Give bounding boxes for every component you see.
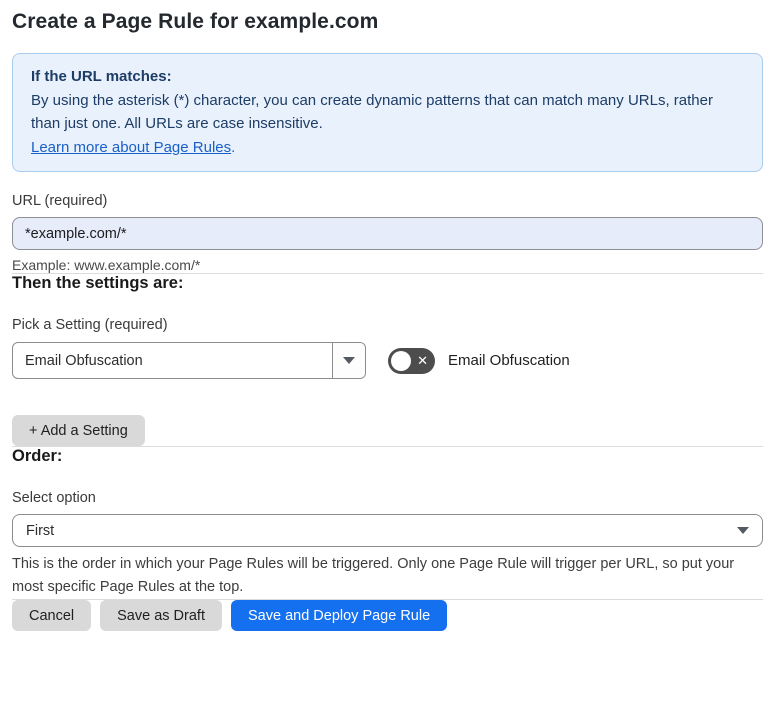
setting-dropdown[interactable]: Email Obfuscation	[12, 342, 366, 379]
toggle-knob	[391, 350, 411, 371]
cancel-button[interactable]: Cancel	[12, 600, 92, 631]
info-box-link-line: Learn more about Page Rules.	[31, 136, 744, 160]
order-dropdown[interactable]: First	[12, 514, 763, 547]
info-box-heading: If the URL matches:	[31, 68, 172, 85]
save-as-draft-button[interactable]: Save as Draft	[100, 600, 222, 631]
settings-section-heading: Then the settings are:	[12, 274, 184, 292]
chevron-down-icon	[343, 357, 355, 364]
save-and-deploy-button[interactable]: Save and Deploy Page Rule	[230, 600, 448, 631]
pick-setting-label: Pick a Setting (required)	[12, 317, 168, 333]
toggle-off-x-icon: ✕	[417, 352, 428, 368]
footer-actions: Cancel Save as Draft Save and Deploy Pag…	[12, 600, 763, 631]
url-input[interactable]	[12, 217, 763, 250]
chevron-down-icon	[737, 527, 749, 534]
url-matches-info-box: If the URL matches: By using the asteris…	[12, 53, 763, 172]
link-suffix: .	[231, 138, 236, 156]
url-example-hint: Example: www.example.com/*	[12, 257, 201, 273]
setting-dropdown-value: Email Obfuscation	[25, 352, 143, 369]
url-field-label: URL (required)	[12, 193, 108, 209]
order-help-text: This is the order in which your Page Rul…	[12, 556, 735, 595]
toggle-label: Email Obfuscation	[448, 352, 570, 369]
setting-row: Email Obfuscation ✕ Email Obfuscation	[12, 342, 763, 379]
order-select-label: Select option	[12, 490, 96, 506]
order-dropdown-value: First	[26, 522, 55, 539]
learn-more-link[interactable]: Learn more about Page Rules	[31, 139, 231, 156]
order-section-heading: Order:	[12, 447, 63, 465]
page-title: Create a Page Rule for example.com	[12, 10, 379, 33]
info-box-body: By using the asterisk (*) character, you…	[31, 91, 713, 133]
add-setting-button[interactable]: + Add a Setting	[12, 415, 145, 446]
email-obfuscation-toggle[interactable]: ✕	[388, 347, 435, 374]
setting-dropdown-arrow-button[interactable]	[332, 343, 365, 378]
